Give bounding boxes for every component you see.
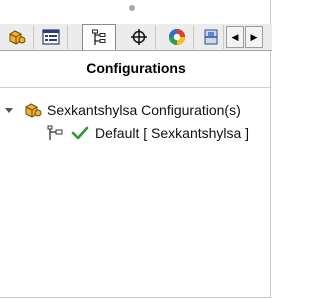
tree-child-label: Default [ Sexkantshylsa ] xyxy=(95,125,250,141)
tab-dimxpert-manager[interactable] xyxy=(122,25,156,49)
tree-child-item[interactable]: Default [ Sexkantshylsa ] xyxy=(47,124,249,142)
configuration-node-icon xyxy=(47,125,63,140)
panel-title: Configurations xyxy=(86,60,186,76)
tree-root-label: Sexkantshylsa Configuration(s) xyxy=(47,102,241,118)
tab-display-manager[interactable] xyxy=(160,25,194,49)
tab-appearance[interactable] xyxy=(198,25,224,49)
panel-grip-handle[interactable] xyxy=(129,5,135,11)
tab-scroll-left-button[interactable]: ◀ xyxy=(226,26,244,48)
tab-feature-manager[interactable] xyxy=(0,25,34,49)
tab-scroll-right-button[interactable]: ▶ xyxy=(245,26,263,48)
chevron-right-icon: ▶ xyxy=(250,31,258,42)
dimxpert-icon xyxy=(130,29,147,45)
chevron-left-icon: ◀ xyxy=(231,31,239,42)
manager-tab-strip: ◀ ▶ xyxy=(0,24,272,51)
checkmark-icon xyxy=(71,126,89,140)
display-manager-icon xyxy=(168,29,185,45)
tree-root-item[interactable]: Sexkantshylsa Configuration(s) xyxy=(5,101,241,119)
collapse-arrow-icon[interactable] xyxy=(5,107,13,113)
appearance-icon xyxy=(204,29,217,45)
property-manager-icon xyxy=(41,29,60,45)
title-divider xyxy=(0,87,270,88)
configuration-manager-icon xyxy=(92,29,106,45)
configuration-panel: ◀ ▶ Configurations Sexkantshylsa Configu… xyxy=(0,0,272,298)
part-icon xyxy=(9,30,25,45)
part-configuration-icon xyxy=(25,103,42,118)
tab-property-manager[interactable] xyxy=(34,25,68,49)
tab-configuration-manager[interactable] xyxy=(82,24,116,50)
